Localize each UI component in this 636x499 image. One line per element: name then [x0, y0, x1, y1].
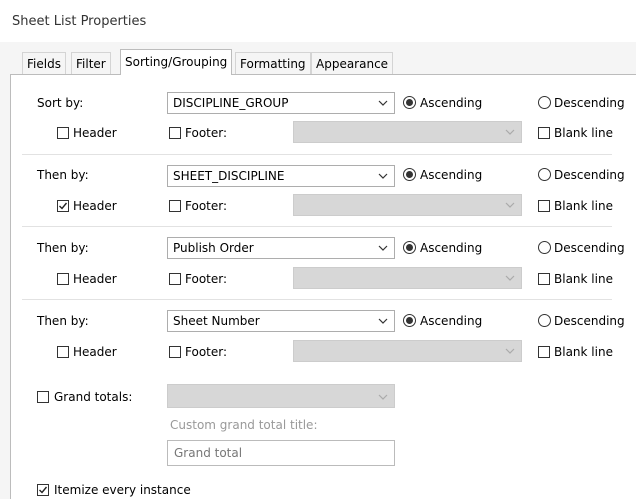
chevron-down-icon [378, 245, 388, 251]
group-divider [22, 154, 612, 155]
sheet-list-properties-dialog: Sheet List Properties Fields Filter Sort… [0, 0, 636, 499]
blank-line-label: Blank line [554, 345, 613, 359]
then-by-label: Then by: [37, 241, 89, 255]
ascending-label: Ascending [420, 314, 483, 328]
group-divider [22, 226, 612, 227]
then-by-3-ascending-radio[interactable] [403, 314, 416, 327]
then-by-1-header-checkbox[interactable] [57, 200, 69, 212]
then-by-2-field-select[interactable]: Publish Order [167, 237, 395, 259]
chevron-down-icon [378, 173, 388, 179]
blank-line-label: Blank line [554, 199, 613, 213]
descending-label: Descending [554, 96, 625, 110]
chevron-down-icon [505, 129, 515, 135]
then-by-label: Then by: [37, 314, 89, 328]
custom-grand-total-title-label: Custom grand total title: [170, 418, 318, 432]
sort-by-field-select[interactable]: DISCIPLINE_GROUP [167, 92, 395, 114]
then-by-1-ascending-radio[interactable] [403, 168, 416, 181]
header-label: Header [73, 126, 117, 140]
group-divider [22, 299, 612, 300]
check-icon [59, 202, 68, 210]
check-icon [39, 486, 48, 494]
sort-by-footer-select [293, 121, 522, 143]
then-by-3-footer-checkbox[interactable] [169, 346, 181, 358]
custom-grand-total-title-input[interactable]: Grand total [167, 440, 395, 466]
blank-line-label: Blank line [554, 126, 613, 140]
then-by-1-footer-select [293, 194, 522, 216]
radio-selected-dot [406, 99, 413, 106]
then-by-2-footer-select [293, 267, 522, 289]
then-by-3-footer-select [293, 340, 522, 362]
then-by-label: Then by: [37, 168, 89, 182]
grand-totals-select [167, 384, 395, 408]
tab-appearance[interactable]: Appearance [311, 52, 394, 74]
then-by-3-header-checkbox[interactable] [57, 346, 69, 358]
then-by-2-header-checkbox[interactable] [57, 273, 69, 285]
then-by-2-field-value: Publish Order [173, 241, 254, 255]
sort-by-header-checkbox[interactable] [57, 127, 69, 139]
header-label: Header [73, 272, 117, 286]
ascending-label: Ascending [420, 168, 483, 182]
then-by-1-footer-checkbox[interactable] [169, 200, 181, 212]
then-by-2-blank-line-checkbox[interactable] [538, 273, 550, 285]
blank-line-label: Blank line [554, 272, 613, 286]
then-by-1-field-select[interactable]: SHEET_DISCIPLINE [167, 165, 395, 187]
chevron-down-icon [505, 202, 515, 208]
chevron-down-icon [378, 318, 388, 324]
then-by-1-blank-line-checkbox[interactable] [538, 200, 550, 212]
descending-label: Descending [554, 168, 625, 182]
chevron-down-icon [378, 100, 388, 106]
footer-label: Footer: [185, 199, 228, 213]
footer-label: Footer: [185, 345, 228, 359]
chevron-down-icon [505, 348, 515, 354]
descending-label: Descending [554, 241, 625, 255]
itemize-every-instance-label: Itemize every instance [54, 483, 191, 497]
then-by-2-descending-radio[interactable] [538, 241, 551, 254]
header-label: Header [73, 345, 117, 359]
sort-by-footer-checkbox[interactable] [169, 127, 181, 139]
chevron-down-icon [505, 275, 515, 281]
radio-selected-dot [406, 317, 413, 324]
then-by-1-field-value: SHEET_DISCIPLINE [173, 169, 285, 183]
sort-by-blank-line-checkbox[interactable] [538, 127, 550, 139]
sort-by-ascending-radio[interactable] [403, 96, 416, 109]
itemize-every-instance-checkbox[interactable] [37, 484, 49, 496]
then-by-1-descending-radio[interactable] [538, 168, 551, 181]
sort-by-label: Sort by: [37, 96, 84, 110]
grand-totals-checkbox[interactable] [37, 391, 49, 403]
footer-label: Footer: [185, 126, 228, 140]
then-by-3-blank-line-checkbox[interactable] [538, 346, 550, 358]
tab-formatting[interactable]: Formatting [235, 52, 311, 74]
sort-by-field-value: DISCIPLINE_GROUP [173, 96, 289, 110]
ascending-label: Ascending [420, 241, 483, 255]
tab-filter[interactable]: Filter [71, 52, 111, 74]
then-by-2-ascending-radio[interactable] [403, 241, 416, 254]
then-by-3-descending-radio[interactable] [538, 314, 551, 327]
then-by-2-footer-checkbox[interactable] [169, 273, 181, 285]
radio-selected-dot [406, 171, 413, 178]
then-by-3-field-value: Sheet Number [173, 314, 260, 328]
chevron-down-icon [378, 394, 388, 400]
tab-sorting-grouping[interactable]: Sorting/Grouping [120, 49, 233, 75]
sort-by-descending-radio[interactable] [538, 96, 551, 109]
descending-label: Descending [554, 314, 625, 328]
header-label: Header [73, 199, 117, 213]
then-by-3-field-select[interactable]: Sheet Number [167, 310, 395, 332]
footer-label: Footer: [185, 272, 228, 286]
dialog-title: Sheet List Properties [12, 14, 147, 29]
radio-selected-dot [406, 244, 413, 251]
tab-fields[interactable]: Fields [22, 52, 66, 74]
ascending-label: Ascending [420, 96, 483, 110]
grand-totals-label: Grand totals: [54, 390, 133, 404]
